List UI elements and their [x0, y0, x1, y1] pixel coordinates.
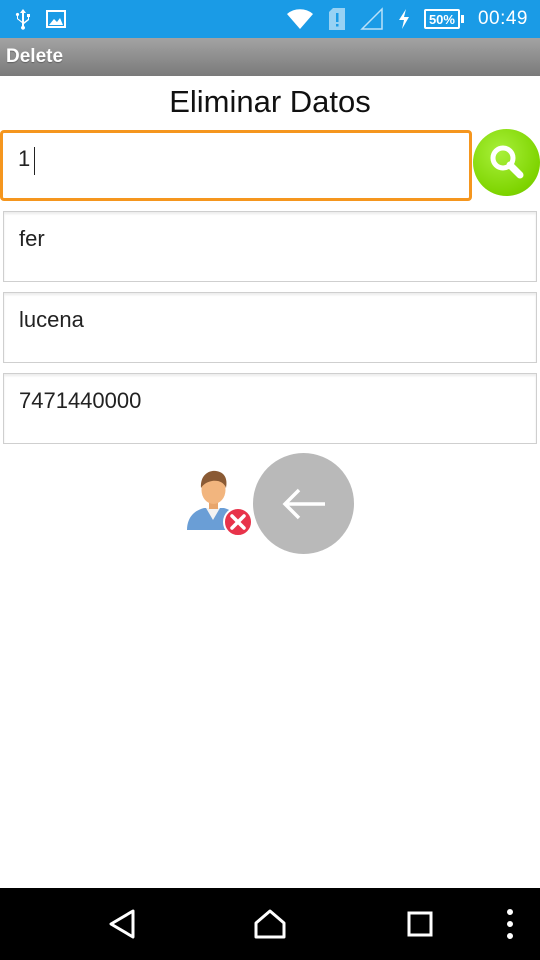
- surname-field-value: lucena: [19, 307, 84, 332]
- charging-icon: [398, 9, 410, 29]
- battery-icon: 50%: [423, 9, 464, 29]
- search-input-value: 1: [18, 146, 31, 171]
- status-bar: 50% 00:49: [0, 0, 540, 38]
- recents-nav-button[interactable]: [396, 888, 444, 960]
- overflow-menu-button[interactable]: [496, 888, 524, 960]
- arrow-left-icon: [282, 488, 325, 520]
- search-button[interactable]: [473, 129, 540, 196]
- text-cursor: [34, 147, 35, 175]
- usb-icon: [14, 8, 32, 30]
- back-nav-icon: [109, 909, 135, 939]
- no-signal-icon: [360, 7, 384, 31]
- back-nav-button[interactable]: [98, 888, 146, 960]
- home-nav-icon: [254, 909, 286, 939]
- search-input[interactable]: 1: [0, 130, 472, 201]
- action-bar: Delete: [0, 38, 540, 76]
- delete-user-icon: [187, 470, 253, 537]
- page-title: Eliminar Datos: [169, 84, 371, 119]
- surname-field[interactable]: lucena: [3, 292, 537, 363]
- action-bar-title: Delete: [6, 46, 64, 67]
- search-icon: [490, 145, 524, 179]
- sim-alert-icon: [328, 7, 346, 31]
- name-field-value: fer: [19, 226, 45, 251]
- wifi-icon: [286, 8, 314, 30]
- battery-percent: 50%: [423, 9, 460, 29]
- recents-nav-icon: [407, 911, 433, 937]
- back-button[interactable]: [253, 453, 354, 554]
- clock: 00:49: [477, 8, 528, 29]
- phone-field[interactable]: 7471440000: [3, 373, 537, 444]
- overflow-menu-icon: [507, 909, 513, 939]
- navigation-bar: [0, 888, 540, 960]
- name-field[interactable]: fer: [3, 211, 537, 282]
- phone-field-value: 7471440000: [19, 388, 142, 413]
- delete-user-button[interactable]: [184, 468, 254, 538]
- image-icon: [46, 10, 66, 28]
- home-nav-button[interactable]: [246, 888, 294, 960]
